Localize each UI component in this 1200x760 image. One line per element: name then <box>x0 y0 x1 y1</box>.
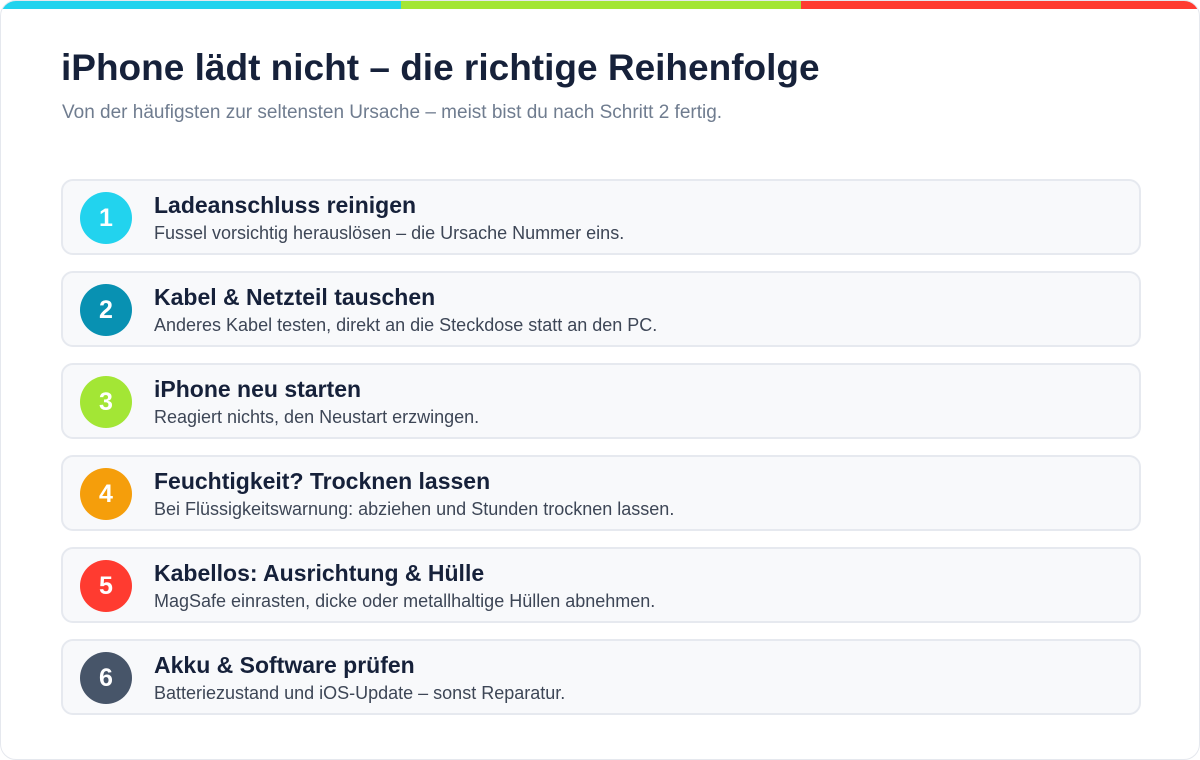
step-number-badge: 6 <box>80 652 132 704</box>
page-title: iPhone lädt nicht – die richtige Reihenf… <box>61 47 820 88</box>
step-number-badge: 3 <box>80 376 132 428</box>
step-title: Kabel & Netzteil tauschen <box>154 284 436 310</box>
step-description: Fussel vorsichtig herauslösen – die Ursa… <box>154 223 625 243</box>
step-description: Reagiert nichts, den Neustart erzwingen. <box>154 407 480 427</box>
step-number-badge: 2 <box>80 284 132 336</box>
step-item: 5 Kabellos: Ausrichtung & Hülle MagSafe … <box>61 547 1141 623</box>
accent-segment-cyan <box>1 1 401 9</box>
color-accent-bar <box>1 1 1199 9</box>
step-title: iPhone neu starten <box>154 376 362 402</box>
step-item: 2 Kabel & Netzteil tauschen Anderes Kabe… <box>61 271 1141 347</box>
step-item: 4 Feuchtigkeit? Trocknen lassen Bei Flüs… <box>61 455 1141 531</box>
step-item: 1 Ladeanschluss reinigen Fussel vorsicht… <box>61 179 1141 255</box>
step-number-badge: 4 <box>80 468 132 520</box>
step-description: MagSafe einrasten, dicke oder metallhalt… <box>154 591 656 611</box>
step-title: Feuchtigkeit? Trocknen lassen <box>154 468 491 494</box>
step-description: Bei Flüssigkeitswarnung: abziehen und St… <box>154 499 675 519</box>
accent-segment-lime <box>401 1 801 9</box>
step-number-badge: 5 <box>80 560 132 612</box>
accent-segment-red <box>801 1 1199 9</box>
step-description: Anderes Kabel testen, direkt an die Stec… <box>154 315 658 335</box>
page-subtitle: Von der häufigsten zur seltensten Ursach… <box>62 102 723 123</box>
step-item: 6 Akku & Software prüfen Batteriezustand… <box>61 639 1141 715</box>
step-number-badge: 1 <box>80 192 132 244</box>
step-title: Akku & Software prüfen <box>154 652 415 678</box>
steps-list: 1 Ladeanschluss reinigen Fussel vorsicht… <box>61 179 1141 731</box>
step-description: Batteriezustand und iOS-Update – sonst R… <box>154 683 566 703</box>
step-title: Kabellos: Ausrichtung & Hülle <box>154 560 485 586</box>
step-item: 3 iPhone neu starten Reagiert nichts, de… <box>61 363 1141 439</box>
troubleshooting-card: iPhone lädt nicht – die richtige Reihenf… <box>0 0 1200 760</box>
step-title: Ladeanschluss reinigen <box>154 192 417 218</box>
